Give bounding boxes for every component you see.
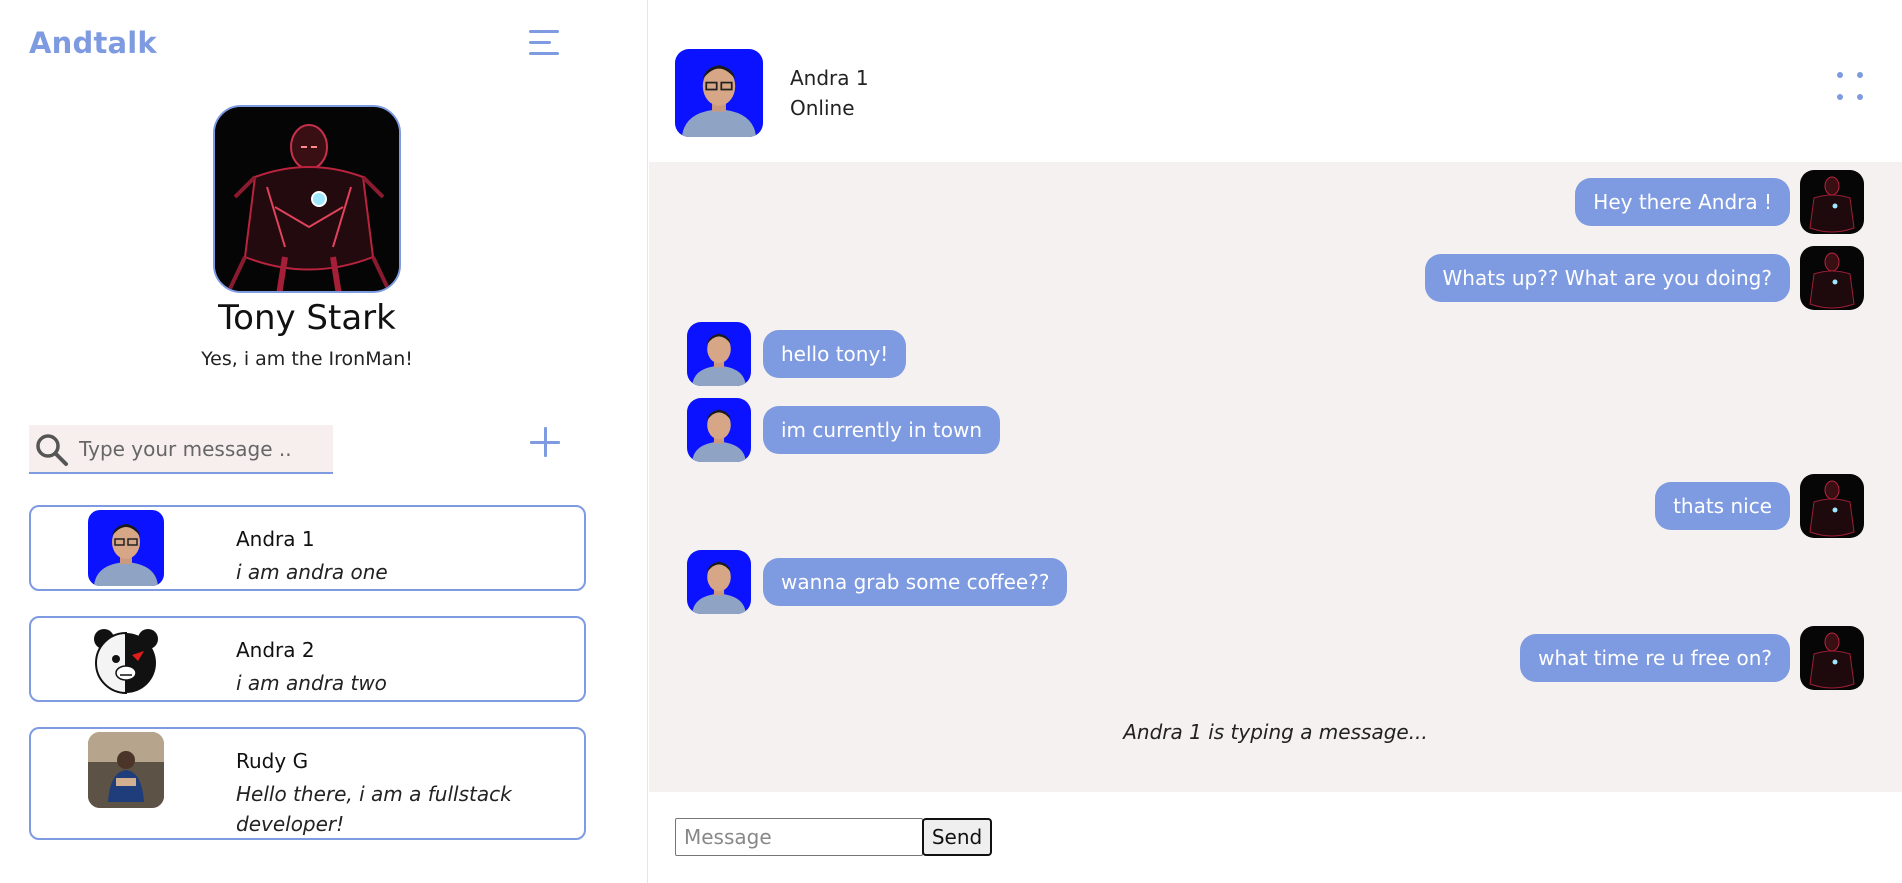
message-bubble: Whats up?? What are you doing? — [1424, 254, 1790, 302]
ironman-avatar-icon — [1800, 246, 1864, 310]
search-icon — [36, 434, 68, 466]
chat-partner-status: Online — [790, 96, 855, 120]
message-bubble: Hey there Andra ! — [1575, 178, 1790, 226]
ironman-avatar-icon — [1800, 626, 1864, 690]
blue-portrait-avatar-icon — [687, 398, 751, 462]
blue-portrait-avatar-icon — [687, 322, 751, 386]
blue-portrait-avatar-icon — [88, 510, 164, 586]
message-outgoing: Whats up?? What are you doing? — [649, 246, 1902, 310]
message-outgoing: thats nice — [649, 474, 1902, 538]
contact-message: Hello there, i am a fullstack developer! — [236, 782, 512, 836]
search-input[interactable] — [79, 431, 329, 467]
message-bubble: hello tony! — [763, 330, 907, 378]
chat-partner-name: Andra 1 — [790, 66, 869, 90]
message-incoming: hello tony! — [649, 322, 1902, 386]
contact-message: i am andra two — [236, 671, 387, 695]
contact-message: i am andra one — [236, 560, 388, 584]
ironman-avatar-icon — [1800, 474, 1864, 538]
sidebar: Andtalk Tony Stark Yes, i am the IronMan… — [0, 0, 648, 883]
message-bubble: wanna grab some coffee?? — [763, 558, 1068, 606]
contact-name: Rudy G — [236, 749, 309, 773]
chat-partner-avatar[interactable] — [675, 49, 763, 137]
search-box — [29, 425, 333, 474]
contact-item-andra-1[interactable]: Andra 1 i am andra one — [29, 505, 586, 591]
contact-item-rudy-g[interactable]: Rudy G Hello there, i am a fullstack dev… — [29, 727, 586, 840]
profile-avatar[interactable] — [213, 105, 401, 293]
message-outgoing: Hey there Andra ! — [649, 170, 1902, 234]
ironman-avatar-icon — [1800, 170, 1864, 234]
message-incoming: im currently in town — [649, 398, 1902, 462]
more-options-icon[interactable] — [1837, 72, 1865, 102]
message-list: Hey there Andra ! Whats up?? What are yo… — [649, 162, 1902, 792]
bear-avatar-icon — [88, 621, 164, 697]
contact-name: Andra 2 — [236, 638, 315, 662]
contact-name: Andra 1 — [236, 527, 315, 551]
contact-item-andra-2[interactable]: Andra 2 i am andra two — [29, 616, 586, 702]
message-bubble: im currently in town — [763, 406, 1000, 454]
message-bubble: thats nice — [1655, 482, 1790, 530]
app-logo[interactable]: Andtalk — [29, 26, 157, 60]
send-button[interactable]: Send — [922, 818, 992, 856]
add-contact-icon[interactable] — [528, 425, 562, 459]
message-incoming: wanna grab some coffee?? — [649, 550, 1902, 614]
profile-name: Tony Stark — [218, 298, 396, 338]
hamburger-menu-icon[interactable] — [529, 30, 561, 56]
message-input[interactable] — [675, 818, 923, 856]
blue-portrait-avatar-icon — [675, 49, 763, 137]
message-composer: Send — [649, 792, 1902, 883]
message-bubble: what time re u free on? — [1520, 634, 1790, 682]
blue-portrait-avatar-icon — [687, 550, 751, 614]
profile-status: Yes, i am the IronMan! — [201, 348, 413, 370]
typing-indicator: Andra 1 is typing a message... — [1123, 720, 1428, 744]
chat-header: Andra 1 Online — [649, 0, 1902, 162]
message-outgoing: what time re u free on? — [649, 626, 1902, 690]
ironman-avatar-icon — [215, 107, 399, 291]
chat-panel: Andra 1 Online Hey there Andra ! Whats u… — [649, 0, 1902, 883]
photo-avatar-icon — [88, 732, 164, 808]
